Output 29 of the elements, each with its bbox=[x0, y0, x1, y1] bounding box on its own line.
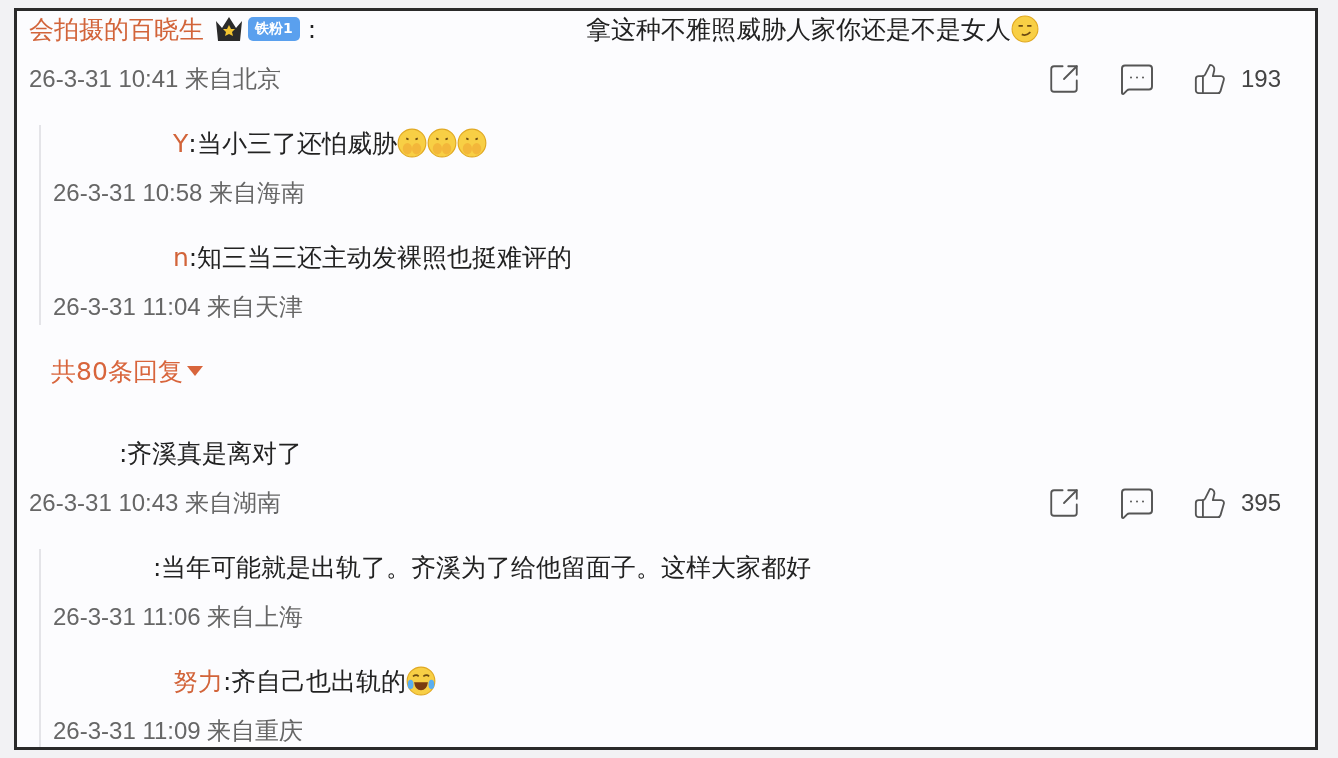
comment-text: : bbox=[307, 14, 317, 44]
user-name[interactable]: 努力 bbox=[173, 664, 223, 698]
comment-text: :齐溪真是离对了 bbox=[119, 437, 303, 470]
comment-time: 26-3-31 11:09 来自重庆 bbox=[53, 716, 304, 746]
laughing-tears-emoji-icon bbox=[406, 666, 437, 696]
comment-text: 拿这种不雅照威胁人家你还是不是女人 bbox=[586, 13, 1012, 46]
comment-time: 26-3-31 10:43 来自湖南 bbox=[29, 488, 282, 518]
smirk-emoji-icon bbox=[1011, 15, 1040, 43]
hand-over-mouth-emoji-icon bbox=[456, 128, 487, 158]
comment-time: 26-3-31 10:41 来自北京 bbox=[29, 64, 282, 94]
comment-time: 26-3-31 11:06 来自上海 bbox=[53, 602, 304, 632]
hand-over-mouth-emoji-icon bbox=[426, 128, 457, 158]
like-icon[interactable] bbox=[1192, 62, 1227, 96]
like-icon[interactable] bbox=[1192, 486, 1227, 520]
comment-time: 26-3-31 11:04 来自天津 bbox=[53, 292, 304, 322]
like-count: 193 bbox=[1240, 65, 1281, 93]
comment-text: :齐自己也出轨的 bbox=[223, 665, 407, 698]
more-replies-link[interactable]: 共80条回复 bbox=[51, 353, 203, 389]
user-name[interactable]: n bbox=[173, 242, 189, 272]
comment-text: :当小三了还怕威胁 bbox=[188, 127, 397, 160]
comment-text: :当年可能就是出轨了。齐溪为了给他留面子。这样大家都好 bbox=[153, 551, 812, 584]
fan-badge: 铁粉1 bbox=[248, 17, 300, 41]
caret-icon bbox=[186, 366, 203, 376]
like-count: 395 bbox=[1240, 489, 1281, 517]
comment-time: 26-3-31 10:58 来自海南 bbox=[53, 178, 306, 208]
hand-over-mouth-emoji-icon bbox=[396, 128, 427, 158]
user-name[interactable]: Y bbox=[173, 128, 189, 158]
comment-text: :知三当三还主动发裸照也挺难评的 bbox=[188, 241, 573, 274]
user-name[interactable]: 会拍摄的百晓生 bbox=[29, 12, 204, 46]
